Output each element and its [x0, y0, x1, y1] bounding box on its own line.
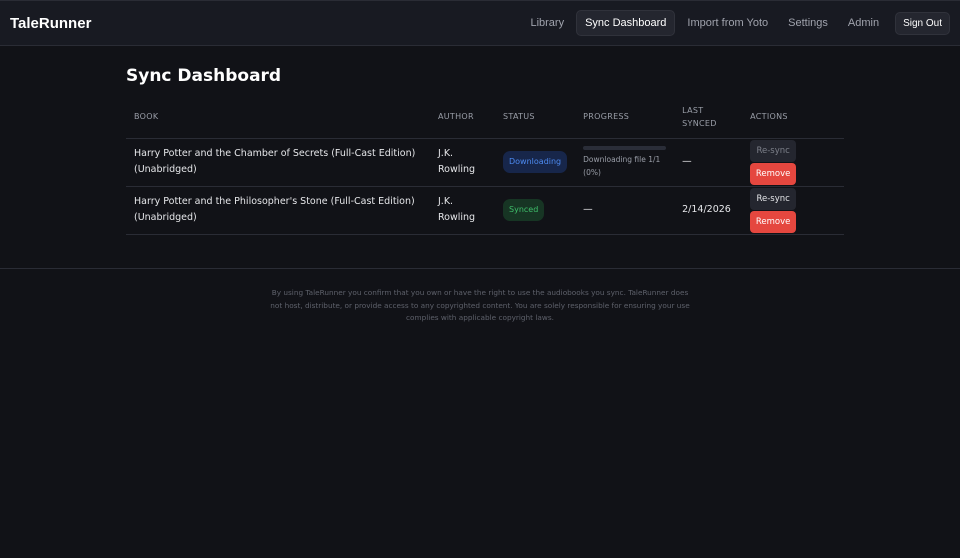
brand-logo[interactable]: TaleRunner [10, 15, 91, 32]
header-status: STATUS [495, 96, 576, 139]
book-author: J.K. Rowling [430, 138, 495, 187]
header-progress: PROGRESS [575, 96, 675, 139]
header-author: AUTHOR [430, 96, 495, 139]
nav-links: Library Sync Dashboard Import from Yoto … [522, 10, 950, 36]
header-actions: ACTIONS [742, 96, 844, 139]
main-content: Sync Dashboard BOOK AUTHOR STATUS PROGRE… [126, 66, 844, 235]
book-author: J.K. Rowling [430, 186, 495, 235]
nav-import-from-yoto[interactable]: Import from Yoto [679, 11, 776, 35]
nav-sync-dashboard[interactable]: Sync Dashboard [576, 10, 676, 36]
sync-table: BOOK AUTHOR STATUS PROGRESS LAST SYNCED … [126, 96, 844, 235]
sign-out-button[interactable]: Sign Out [895, 11, 950, 35]
status-badge: Downloading [503, 151, 568, 173]
nav-library[interactable]: Library [522, 11, 572, 35]
remove-button[interactable]: Remove [750, 162, 797, 185]
progress-text: — [575, 186, 675, 235]
progress-bar [583, 145, 667, 150]
disclaimer-text: By using TaleRunner you confirm that you… [270, 288, 690, 322]
book-title: Harry Potter and the Chamber of Secrets … [126, 138, 430, 187]
nav-settings[interactable]: Settings [780, 11, 836, 35]
footer: By using TaleRunner you confirm that you… [0, 268, 960, 325]
progress-text: Downloading file 1/1 (0%) [583, 154, 661, 177]
table-header: BOOK AUTHOR STATUS PROGRESS LAST SYNCED … [126, 96, 844, 139]
resync-button[interactable]: Re-sync [750, 139, 797, 162]
header-book: BOOK [126, 96, 430, 139]
table-row: Harry Potter and the Philosopher's Stone… [126, 186, 844, 235]
top-nav: TaleRunner Library Sync Dashboard Import… [0, 0, 960, 46]
last-synced: 2/14/2026 [674, 186, 743, 235]
last-synced: — [674, 138, 743, 187]
header-last-synced: LAST SYNCED [674, 96, 743, 139]
table-row: Harry Potter and the Chamber of Secrets … [126, 138, 844, 187]
resync-button[interactable]: Re-sync [750, 187, 797, 210]
nav-admin[interactable]: Admin [840, 11, 887, 35]
page-title: Sync Dashboard [126, 66, 282, 86]
book-title: Harry Potter and the Philosopher's Stone… [126, 186, 430, 235]
remove-button[interactable]: Remove [750, 210, 797, 233]
status-badge: Synced [503, 199, 545, 221]
